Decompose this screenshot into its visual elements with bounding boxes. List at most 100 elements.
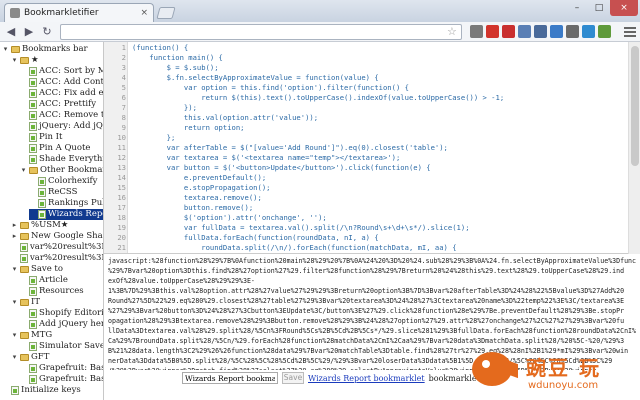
extension-icon[interactable]: [598, 25, 611, 38]
tree-item[interactable]: jQuery: Add jQuery.so: [20, 121, 103, 132]
tree-item[interactable]: ▾ ★: [11, 55, 39, 66]
maximize-button[interactable]: □: [588, 0, 610, 16]
editor-scrollbar[interactable]: [628, 42, 640, 254]
extension-icon[interactable]: [470, 25, 483, 38]
expand-toggle-icon[interactable]: ▾: [11, 352, 18, 363]
tree-item-label: Resources: [39, 286, 84, 296]
line-number: 21: [117, 243, 126, 252]
expand-toggle-icon[interactable]: ▾: [11, 297, 18, 308]
code-editor[interactable]: 1 (function() {2 function main() {3 $ = $…: [104, 42, 640, 254]
tree-item[interactable]: Wizards Report bookm: [29, 209, 103, 220]
collapse-toggle-icon[interactable]: ▸: [11, 220, 18, 231]
tree-item-label: ACC: Fix add even: [39, 88, 104, 98]
line-number: 1: [121, 43, 126, 52]
code-line: var button = $('<button>Update</button>'…: [132, 163, 431, 172]
back-button[interactable]: ◀: [4, 25, 18, 39]
bookmarklet-link[interactable]: Wizards Report bookmarklet: [308, 374, 425, 383]
expand-toggle-icon[interactable]: ▾: [20, 165, 27, 176]
tree-item[interactable]: Colorhexify: [29, 176, 98, 187]
tree-item[interactable]: ▾ MTG: [11, 330, 52, 341]
bookmark-icon: [29, 67, 37, 76]
tree-item[interactable]: ▾ IT: [11, 297, 40, 308]
tree-item[interactable]: Resources: [20, 286, 84, 297]
code-line: e.stopPropagation();: [132, 183, 271, 192]
output-line: %29%7Bvar%20option%3Dthis.find%28%27opti…: [108, 267, 625, 275]
line-number: 6: [121, 93, 126, 102]
tree-item[interactable]: Rankings Pull DCI Be: [29, 198, 103, 209]
folder-icon: [20, 57, 29, 64]
expand-toggle-icon[interactable]: ▾: [11, 330, 18, 341]
tree-item-label: Shopify Editorify: [39, 308, 104, 318]
tree-item[interactable]: Article: [20, 275, 68, 286]
bookmark-icon: [29, 287, 37, 296]
tree-item[interactable]: ACC: Sort by Milestone: [20, 66, 103, 77]
tree-item[interactable]: var%20result%3Dprompt%: [11, 253, 103, 264]
extension-icon[interactable]: [566, 25, 579, 38]
bookmark-icon: [29, 100, 37, 109]
tree-item[interactable]: Add jQuery here: [20, 319, 103, 330]
tree-item[interactable]: Simulator Save: [20, 341, 104, 352]
tree-item[interactable]: Grapefruit: Basecamp: [20, 363, 103, 374]
bookmark-icon: [29, 375, 37, 384]
line-number: 15: [117, 183, 126, 192]
extension-icon[interactable]: [518, 25, 531, 38]
tree-item[interactable]: ▸ %USM★: [11, 220, 69, 231]
close-window-button[interactable]: ×: [610, 0, 638, 16]
tree-item[interactable]: var%20result%3Dprompt%: [11, 242, 103, 253]
tree-item[interactable]: Pin It: [20, 132, 62, 143]
tree-item[interactable]: ▾ Bookmarks bar: [2, 44, 88, 55]
extension-icon[interactable]: [486, 25, 499, 38]
code-line: var option = this.find('option').filter(…: [132, 83, 409, 92]
browser-tab[interactable]: Bookmarkletifier ×: [4, 3, 154, 22]
tree-item-label: ACC: Sort by Milestone: [39, 66, 103, 76]
tree-item[interactable]: Initialize keys: [2, 385, 81, 396]
address-bar[interactable]: ☆: [60, 24, 462, 40]
collapse-toggle-icon[interactable]: ▸: [11, 231, 18, 242]
line-number: 4: [121, 73, 126, 82]
tree-item-label: Article: [39, 275, 68, 285]
tree-item[interactable]: ▾ Other Bookmarklets: [20, 165, 103, 176]
bookmarklet-name-input[interactable]: [182, 372, 278, 384]
forward-button[interactable]: ▶: [22, 25, 36, 39]
tree-item-label: Simulator Save: [39, 341, 104, 351]
tree-item[interactable]: Shade Everything Else: [20, 154, 103, 165]
extension-icon[interactable]: [534, 25, 547, 38]
tree-item-label: Grapefruit: Basecamp: [39, 374, 103, 384]
tree-item[interactable]: ACC: Fix add even: [20, 88, 104, 99]
bookmark-icon: [29, 133, 37, 142]
expand-toggle-icon[interactable]: ▾: [11, 55, 18, 66]
tree-item-label: Pin It: [39, 132, 63, 142]
extension-icon[interactable]: [582, 25, 595, 38]
output-line: Ca%29%7BroundData.split%28/%5Cn/%29.forE…: [108, 337, 625, 345]
folder-icon: [20, 222, 29, 229]
bookmark-icon: [38, 199, 46, 208]
tree-item[interactable]: Shopify Editorify: [20, 308, 104, 319]
bookmark-star-icon[interactable]: ☆: [447, 25, 457, 39]
bookmark-icon: [29, 89, 37, 98]
bookmark-icon: [38, 177, 46, 186]
tree-item-label: New Google Shared Sp: [31, 231, 103, 241]
tree-item[interactable]: ▾ Save to: [11, 264, 63, 275]
tree-item[interactable]: ACC: Add Content Editor: [20, 77, 103, 88]
tree-item[interactable]: ACC: Remove tickets in: [20, 110, 103, 121]
reload-button[interactable]: ↻: [40, 25, 54, 39]
tree-item[interactable]: ▾ GFT: [11, 352, 50, 363]
tree-item[interactable]: ACC: Prettify: [20, 99, 96, 110]
tree-item[interactable]: ReCSS: [29, 187, 77, 198]
menu-icon[interactable]: [624, 25, 636, 38]
minimize-button[interactable]: –: [566, 0, 588, 16]
expand-toggle-icon[interactable]: ▾: [2, 44, 9, 55]
extension-icon[interactable]: [550, 25, 563, 38]
tree-item[interactable]: Grapefruit: Basecamp: [20, 374, 103, 385]
output-line: llData%3Dtextarea.val%28%29.split%28/%5C…: [108, 327, 636, 335]
tree-item-label: Pin A Quote: [39, 143, 91, 153]
expand-toggle-icon[interactable]: ▾: [11, 264, 18, 275]
save-button[interactable]: Save: [282, 372, 304, 384]
extension-icon[interactable]: [502, 25, 515, 38]
tree-item[interactable]: ▸ New Google Shared Sp: [11, 231, 103, 242]
new-tab-button[interactable]: [156, 7, 176, 19]
folder-icon: [11, 46, 20, 53]
tree-item[interactable]: Pin A Quote: [20, 143, 90, 154]
bookmark-icon: [38, 188, 46, 197]
tab-close-icon[interactable]: ×: [140, 8, 148, 18]
